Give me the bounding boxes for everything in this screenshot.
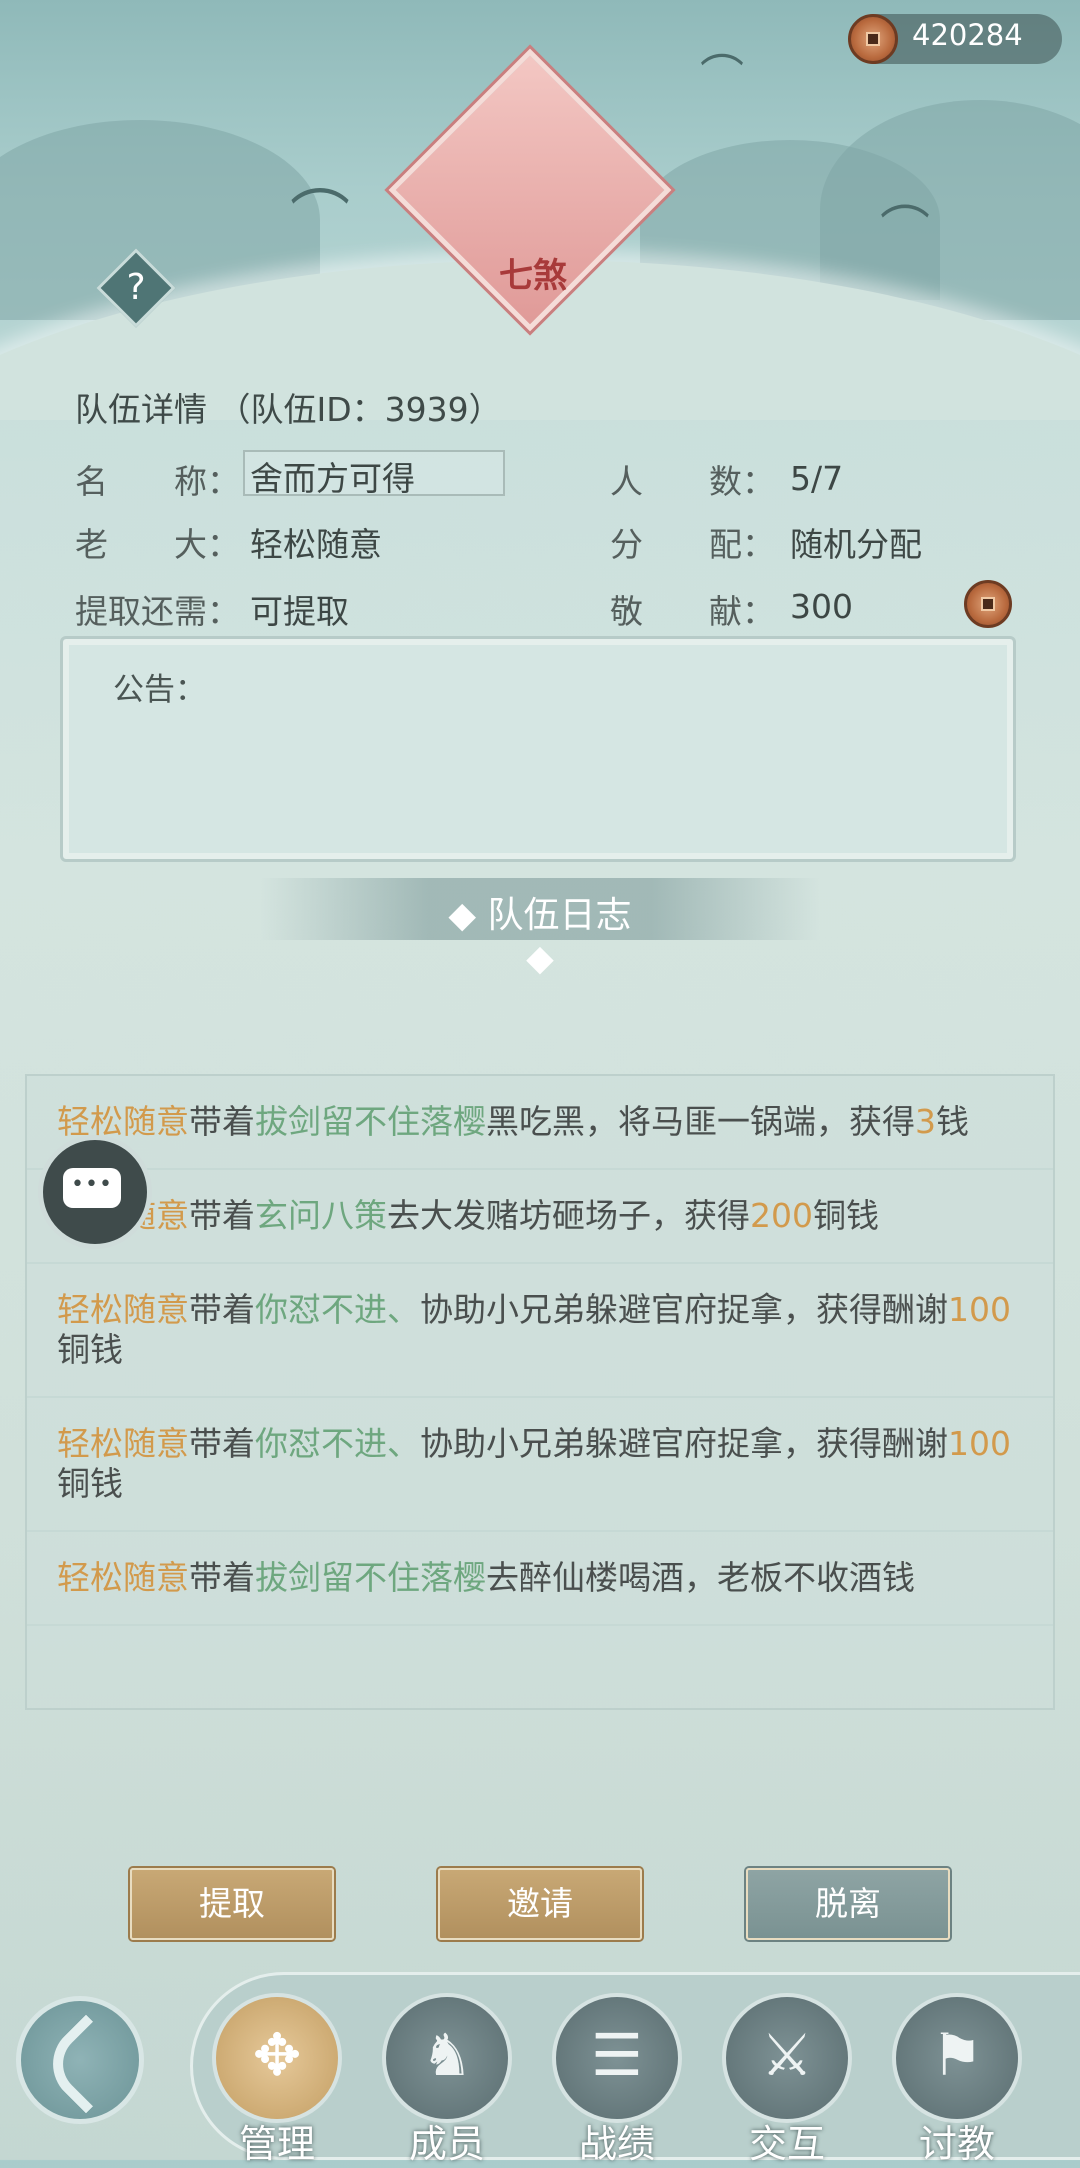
question-icon[interactable]: ?	[108, 260, 164, 316]
leave-button[interactable]: 脱离	[746, 1868, 950, 1940]
log-entry: 轻松随意带着拔剑留不住落樱黑吃黑，将马匪一锅端，获得3钱	[27, 1076, 1053, 1170]
swallow-icon: ⌒	[700, 51, 744, 102]
nav-tab-interact[interactable]: ⚔ 交互	[722, 1993, 852, 2166]
leader-value: 轻松随意	[250, 525, 382, 564]
members-value: 5/7	[790, 459, 844, 498]
log-entry: 轻松随意带着玄问八策去大发赌坊砸场子，获得200铜钱	[27, 1170, 1053, 1264]
log-amount: 100	[948, 1424, 1011, 1463]
log-partner: 玄问八策	[255, 1196, 387, 1235]
back-button[interactable]	[16, 1996, 144, 2124]
log-text: 钱	[936, 1102, 969, 1141]
log-text: 带着	[189, 1424, 255, 1463]
log-text: 协助小兄弟躲避官府捉拿，获得酬谢	[420, 1424, 948, 1463]
record-glyph: ☰	[591, 2021, 643, 2089]
distribution-value: 随机分配	[790, 525, 922, 564]
log-text: 带着	[189, 1196, 255, 1235]
log-text: 带着	[189, 1290, 255, 1329]
log-partner: 你怼不进、	[255, 1424, 420, 1463]
log-partner: 你怼不进、	[255, 1290, 420, 1329]
challenge-glyph: ⚑	[931, 2021, 983, 2089]
notice-label: 公告：	[113, 672, 206, 708]
leader-label: 老 大：	[75, 525, 240, 564]
copper-coin-icon	[964, 580, 1012, 628]
log-text: 去大发赌坊砸场子，获得	[387, 1196, 750, 1235]
log-actor: 轻松随意	[57, 1558, 189, 1597]
team-details-title: 队伍详情 （队伍ID：3939）	[75, 390, 502, 429]
swallow-icon: ⌒	[290, 184, 350, 254]
nav-tab-record[interactable]: ☰ 战绩	[552, 1993, 682, 2166]
log-amount: 3	[915, 1102, 936, 1141]
log-text: 铜钱	[57, 1464, 123, 1503]
log-actor: 轻松随意	[57, 1424, 189, 1463]
interact-glyph: ⚔	[761, 2021, 813, 2089]
mountain-decoration	[820, 100, 1080, 320]
contribution-label: 敬 献：	[610, 592, 775, 631]
chat-bubble-icon[interactable]	[63, 1168, 121, 1208]
log-partner: 拔剑留不住落樱	[255, 1102, 486, 1141]
log-amount: 100	[948, 1290, 1011, 1329]
back-arrow-icon[interactable]	[36, 2014, 136, 2114]
name-label: 名 称：	[75, 462, 240, 501]
members-label: 人 数：	[610, 462, 775, 501]
log-text: 黑吃黑，将马匪一锅端，获得	[486, 1102, 915, 1141]
nav-tab-challenge[interactable]: ⚑ 讨教	[892, 1993, 1022, 2166]
chat-button[interactable]	[38, 1135, 152, 1249]
manage-glyph: ✥	[252, 2021, 302, 2089]
log-entry: 轻松随意带着你怼不进、协助小兄弟躲避官府捉拿，获得酬谢100 铜钱	[27, 1398, 1053, 1532]
log-entry: 轻松随意带着你怼不进、协助小兄弟躲避官府捉拿，获得酬谢100 铜钱	[27, 1264, 1053, 1398]
log-entry: 轻松随意带着拔剑留不住落樱去醉仙楼喝酒，老板不收酒钱	[27, 1532, 1053, 1626]
team-name-value: 舍而方可得	[250, 459, 415, 498]
log-text: 铜钱	[813, 1196, 879, 1235]
withdraw-button[interactable]: 提取	[130, 1868, 334, 1940]
withdraw-value: 可提取	[250, 592, 349, 631]
nav-tab-manage[interactable]: ✥ 管理	[212, 1993, 342, 2166]
emblem-title: 七煞	[499, 256, 567, 296]
log-actor: 轻松随意	[57, 1102, 189, 1141]
log-text: 带着	[189, 1558, 255, 1597]
invite-button[interactable]: 邀请	[438, 1868, 642, 1940]
log-text: 协助小兄弟躲避官府捉拿，获得酬谢	[420, 1290, 948, 1329]
withdraw-label: 提取还需：	[75, 592, 240, 631]
currency-value: 420284	[912, 18, 1023, 52]
log-actor: 轻松随意	[57, 1290, 189, 1329]
swallow-icon: ⌒	[880, 201, 930, 259]
team-log-list[interactable]: 轻松随意带着拔剑留不住落樱黑吃黑，将马匪一锅端，获得3钱 轻松随意带着玄问八策去…	[25, 1074, 1055, 1710]
log-partner: 拔剑留不住落樱	[255, 1558, 486, 1597]
copper-coin-icon	[848, 14, 898, 64]
log-amount: 200	[750, 1196, 813, 1235]
nav-tab-members[interactable]: ♞ 成员	[382, 1993, 512, 2166]
distribution-label: 分 配：	[610, 525, 775, 564]
log-text: 带着	[189, 1102, 255, 1141]
log-text: 去醉仙楼喝酒，老板不收酒钱	[486, 1558, 915, 1597]
contribution-value: 300	[790, 587, 853, 626]
log-text: 铜钱	[57, 1330, 123, 1369]
members-glyph: ♞	[421, 2021, 473, 2089]
team-log-title: ◆ 队伍日志 ◆	[448, 895, 632, 979]
